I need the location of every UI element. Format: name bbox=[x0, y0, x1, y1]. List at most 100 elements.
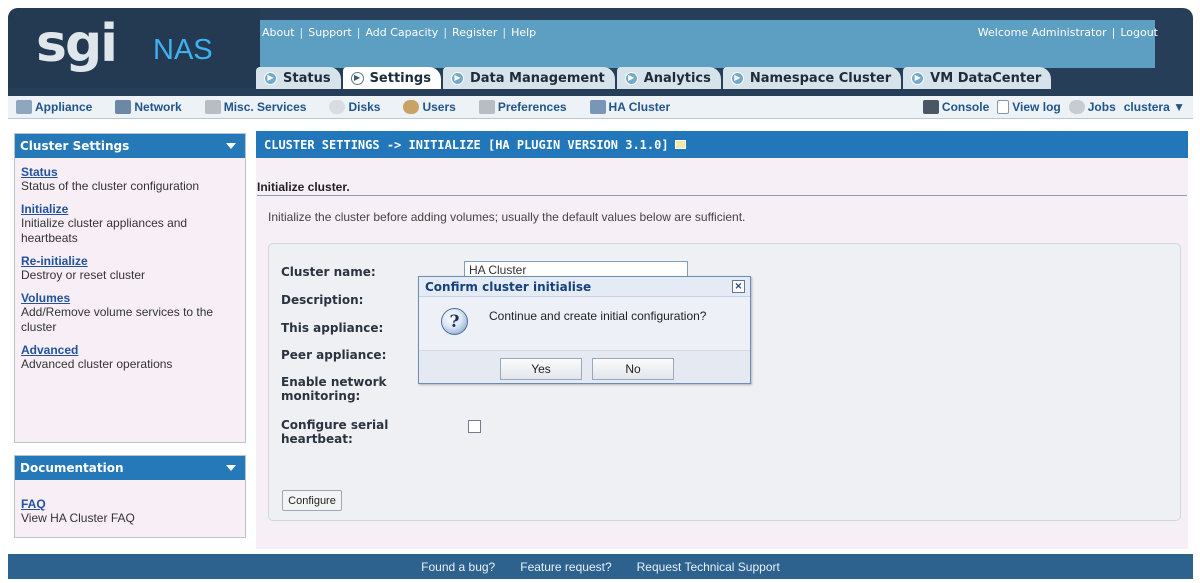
subnav-disks[interactable]: Disks bbox=[329, 100, 380, 114]
dialog-title: Confirm cluster initialise bbox=[425, 279, 592, 294]
subnav-label: Network bbox=[134, 100, 182, 114]
subnav-network[interactable]: Network bbox=[115, 100, 182, 114]
logo-area: sgi NAS bbox=[8, 8, 260, 88]
sidebar-link[interactable]: FAQ bbox=[21, 498, 239, 511]
this-appliance-label: This appliance: bbox=[281, 321, 384, 335]
subnav-label: Users bbox=[422, 100, 456, 114]
documentation-panel: Documentation FAQ View HA Cluster FAQ bbox=[14, 455, 246, 538]
tab-namespace-cluster[interactable]: ▶ Namespace Cluster bbox=[722, 67, 902, 89]
view-log-link[interactable]: View log bbox=[997, 100, 1061, 114]
separator: | bbox=[502, 26, 507, 39]
logout-link[interactable]: Logout bbox=[1120, 26, 1158, 39]
page-title-bar: CLUSTER SETTINGS -> INITIALIZE [HA PLUGI… bbox=[256, 131, 1188, 158]
tab-label: Status bbox=[283, 70, 331, 86]
arrow-icon: ▶ bbox=[730, 71, 744, 85]
disk-icon bbox=[329, 100, 346, 114]
chevron-down-icon[interactable] bbox=[226, 465, 236, 471]
sidebar-item-status: Status Status of the cluster configurati… bbox=[15, 166, 245, 194]
tab-label: Data Management bbox=[469, 70, 605, 86]
yes-button[interactable]: Yes bbox=[500, 358, 582, 380]
subnav-label: View log bbox=[1012, 100, 1061, 114]
sidebar-link[interactable]: Initialize bbox=[21, 203, 239, 216]
dialog-button-bar bbox=[419, 350, 750, 383]
help-link[interactable]: Help bbox=[511, 26, 536, 39]
panel-title: Cluster Settings bbox=[20, 139, 130, 153]
welcome-text: Welcome Administrator bbox=[977, 26, 1107, 39]
tab-data-management[interactable]: ▶ Data Management bbox=[442, 67, 615, 89]
tab-label: Analytics bbox=[643, 70, 711, 86]
sidebar-link[interactable]: Advanced bbox=[21, 344, 239, 357]
sgi-logo: sgi bbox=[36, 14, 118, 74]
footer: Found a bug? Feature request? Request Te… bbox=[8, 554, 1193, 579]
documentation-header[interactable]: Documentation bbox=[15, 456, 245, 480]
network-icon bbox=[115, 100, 132, 114]
subnav-appliance[interactable]: Appliance bbox=[16, 100, 92, 114]
welcome-area: Welcome Administrator | Logout bbox=[978, 26, 1158, 39]
subnav-right: Console View log Jobs clustera ▼ bbox=[915, 100, 1185, 114]
arrow-icon: ▶ bbox=[624, 71, 638, 85]
dialog-title-bar[interactable]: Confirm cluster initialise bbox=[419, 277, 750, 297]
description-label: Description: bbox=[281, 293, 364, 307]
confirm-dialog: Confirm cluster initialise × ? Continue … bbox=[418, 276, 751, 384]
tab-status[interactable]: ▶ Status bbox=[256, 67, 341, 89]
found-bug-link[interactable]: Found a bug? bbox=[421, 560, 495, 574]
tab-analytics[interactable]: ▶ Analytics bbox=[616, 67, 721, 89]
tools-icon bbox=[204, 100, 221, 114]
log-icon bbox=[997, 100, 1010, 114]
tab-vm-datacenter[interactable]: ▶ VM DataCenter bbox=[903, 67, 1052, 89]
appliance-icon bbox=[16, 100, 32, 114]
chevron-down-icon[interactable] bbox=[226, 143, 236, 149]
question-icon: ? bbox=[441, 308, 468, 335]
tab-settings[interactable]: ▶ Settings bbox=[342, 67, 441, 89]
console-link[interactable]: Console bbox=[922, 100, 989, 114]
jobs-link[interactable]: Jobs bbox=[1068, 100, 1116, 114]
no-button[interactable]: No bbox=[592, 358, 674, 380]
register-link[interactable]: Register bbox=[452, 26, 497, 39]
tab-label: Namespace Cluster bbox=[749, 70, 892, 86]
nas-logo: NAS bbox=[153, 34, 213, 66]
configure-serial-heartbeat-label: Configure serial heartbeat: bbox=[281, 418, 389, 446]
preferences-icon bbox=[478, 100, 495, 114]
intro-text: Initialize the cluster before adding vol… bbox=[268, 210, 746, 224]
subnav-users[interactable]: Users bbox=[403, 100, 456, 114]
subnav-misc-services[interactable]: Misc. Services bbox=[204, 100, 306, 114]
arrow-icon: ▶ bbox=[350, 71, 364, 85]
peer-appliance-label: Peer appliance: bbox=[281, 348, 387, 362]
cluster-name-label: Cluster name: bbox=[281, 265, 376, 279]
arrow-icon: ▶ bbox=[264, 71, 277, 85]
sidebar-link[interactable]: Re-initialize bbox=[21, 255, 239, 268]
feature-request-link[interactable]: Feature request? bbox=[520, 560, 611, 574]
sidebar-item-advanced: Advanced Advanced cluster operations bbox=[15, 344, 245, 372]
section-heading: Initialize cluster. bbox=[257, 180, 350, 194]
subnav-label: Preferences bbox=[497, 100, 567, 114]
cluster-settings-header[interactable]: Cluster Settings bbox=[15, 134, 245, 158]
subnav-preferences[interactable]: Preferences bbox=[478, 100, 567, 114]
sidebar-desc: Destroy or reset cluster bbox=[21, 268, 146, 282]
subnav-label: Disks bbox=[348, 100, 381, 114]
serial-heartbeat-checkbox[interactable] bbox=[468, 420, 481, 433]
sidebar-link[interactable]: Status bbox=[21, 166, 239, 179]
sidebar-link[interactable]: Volumes bbox=[21, 292, 239, 305]
sidebar-item-initialize: Initialize Initialize cluster appliances… bbox=[15, 203, 245, 246]
sub-navigation: Appliance Network Misc. Services Disks U… bbox=[8, 96, 1193, 119]
top-links: About | Support | Add Capacity | Register | Help bbox=[262, 26, 536, 39]
about-link[interactable]: About bbox=[262, 26, 295, 39]
close-icon[interactable]: × bbox=[732, 280, 745, 293]
host-selector[interactable]: clustera ▼ bbox=[1124, 100, 1185, 114]
support-link[interactable]: Support bbox=[308, 26, 351, 39]
technical-support-link[interactable]: Request Technical Support bbox=[637, 560, 780, 574]
arrow-icon: ▶ bbox=[450, 71, 464, 85]
sidebar-desc: Add/Remove volume services to the cluste… bbox=[21, 305, 214, 334]
add-capacity-link[interactable]: Add Capacity bbox=[365, 26, 438, 39]
cluster-settings-panel: Cluster Settings Status Status of the cl… bbox=[14, 133, 246, 443]
sidebar-desc: View HA Cluster FAQ bbox=[21, 511, 135, 525]
separator: | bbox=[1111, 26, 1116, 39]
sidebar-item-reinitialize: Re-initialize Destroy or reset cluster bbox=[15, 255, 245, 283]
separator: | bbox=[443, 26, 448, 39]
main-tabs: ▶ Status ▶ Settings ▶ Data Management ▶ Anal… bbox=[256, 67, 1052, 89]
subnav-ha-cluster[interactable]: HA Cluster bbox=[589, 100, 670, 114]
separator: | bbox=[299, 26, 304, 39]
configure-button[interactable]: Configure bbox=[282, 490, 342, 511]
dialog-message: Continue and create initial configuratio… bbox=[489, 309, 707, 323]
book-icon[interactable] bbox=[674, 140, 686, 149]
